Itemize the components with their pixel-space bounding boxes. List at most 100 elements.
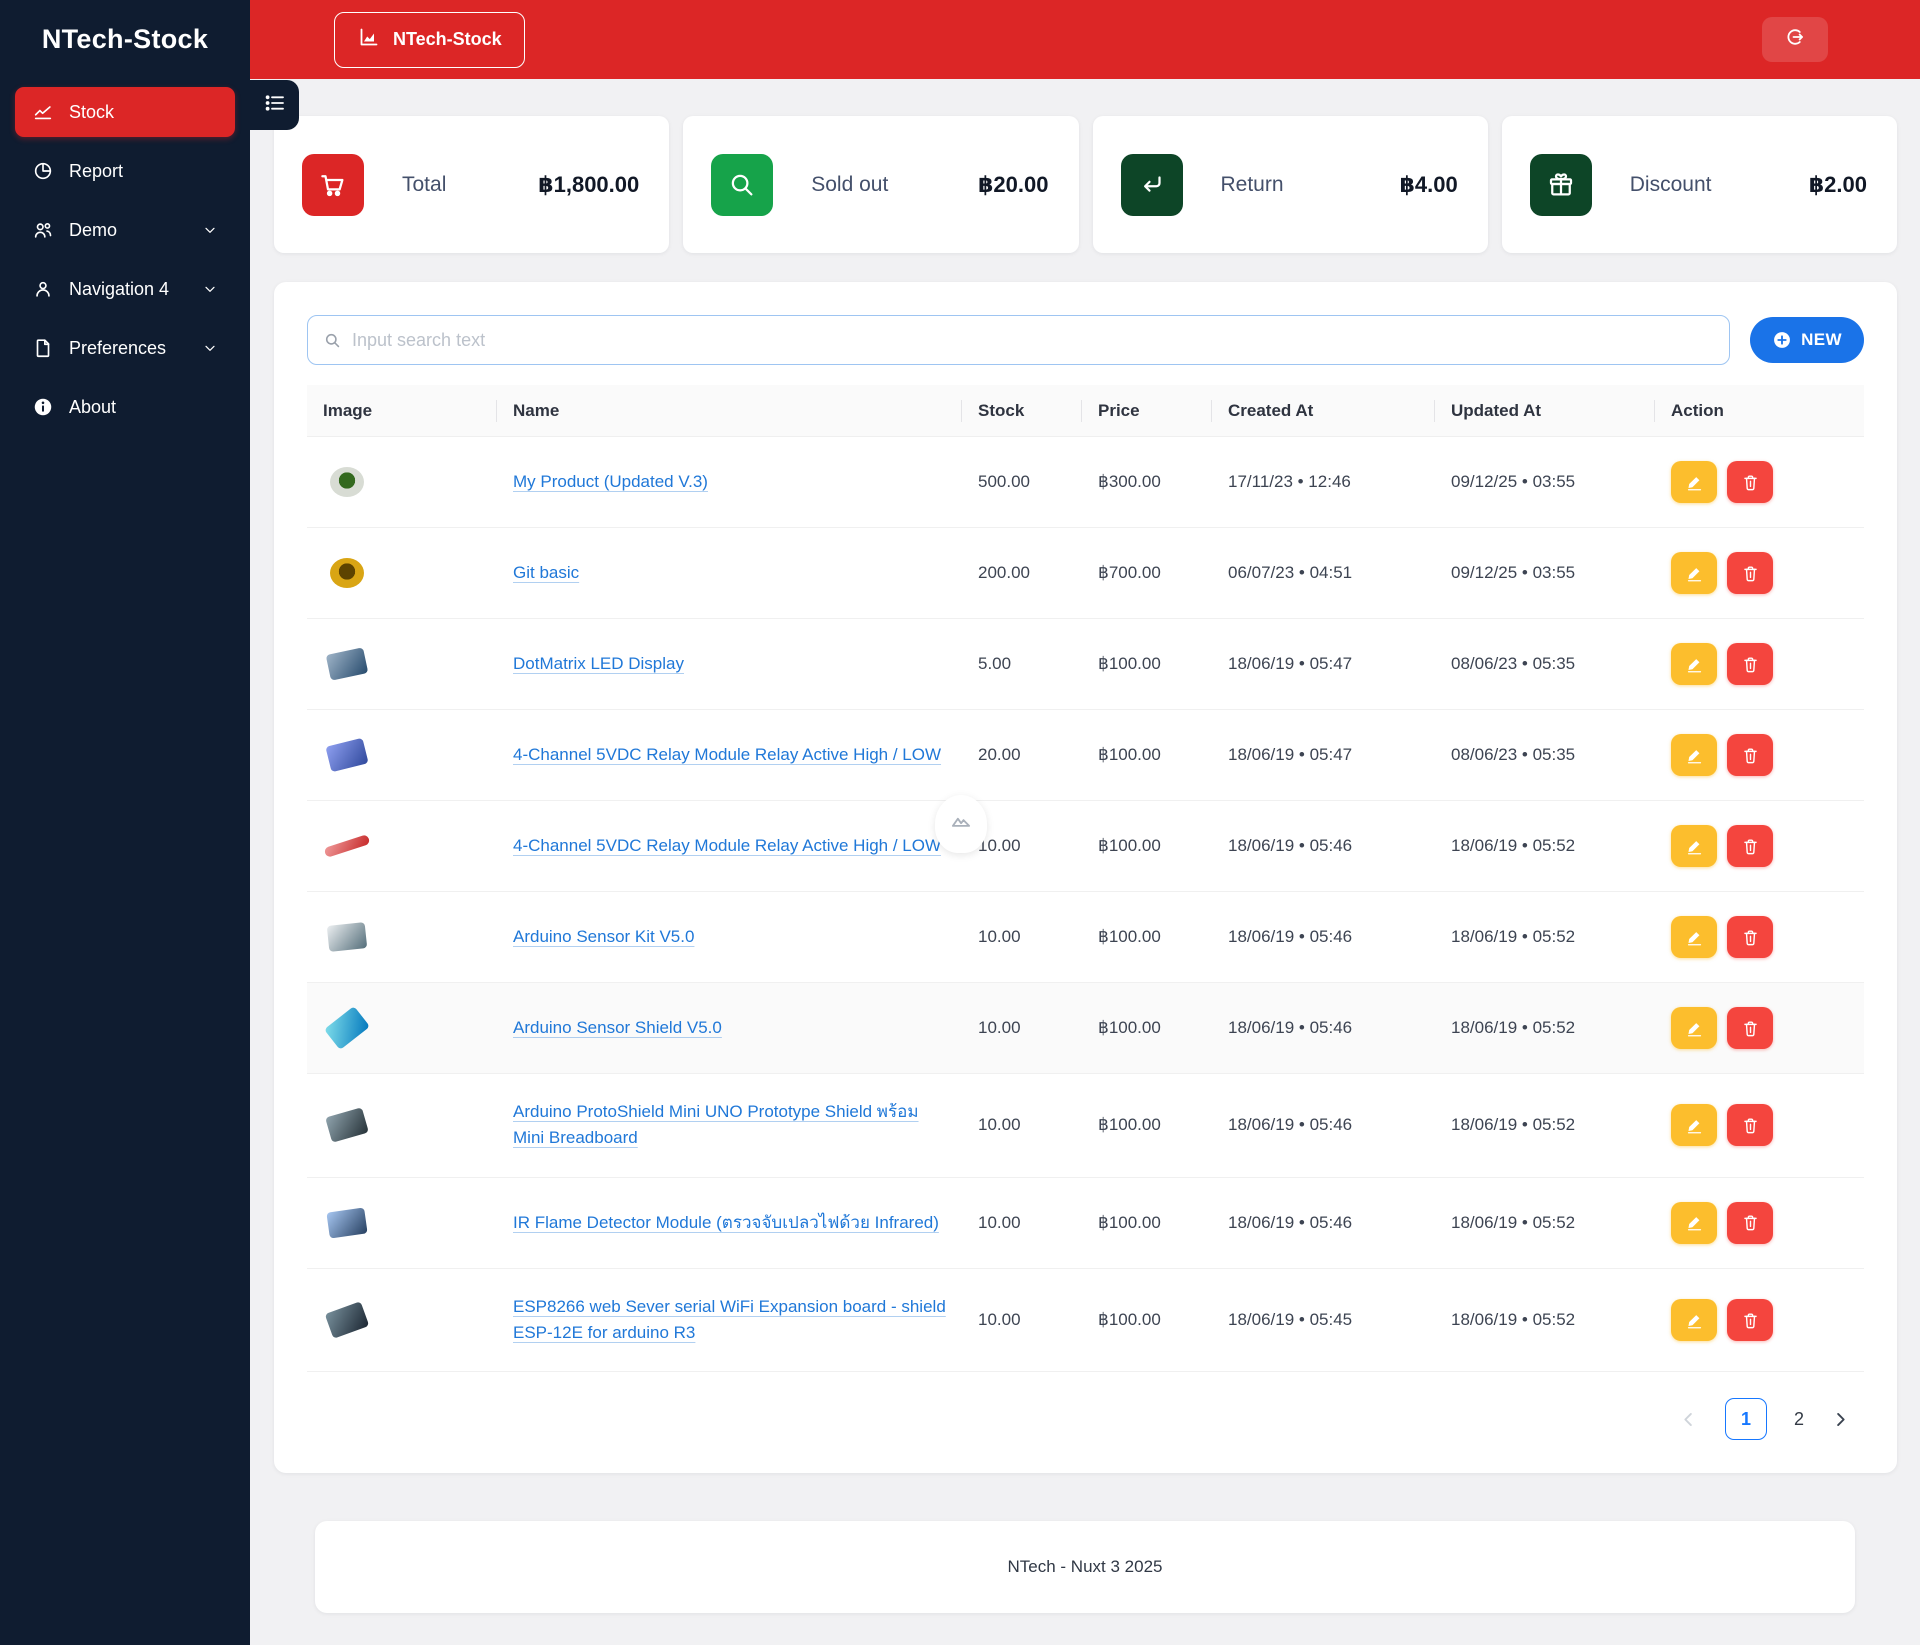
cell-stock: 20.00 [978, 744, 1021, 764]
product-name-link[interactable]: DotMatrix LED Display [513, 654, 684, 673]
edit-button[interactable] [1671, 916, 1717, 958]
new-button[interactable]: NEW [1750, 317, 1864, 363]
stat-card-total: Total ฿1,800.00 [274, 116, 670, 253]
cell-stock: 200.00 [978, 562, 1030, 582]
pagination-next-button[interactable] [1831, 1410, 1850, 1429]
product-name-link[interactable]: Arduino Sensor Kit V5.0 [513, 927, 694, 946]
pencil-icon [1685, 655, 1704, 674]
brand-button[interactable]: NTech-Stock [334, 11, 525, 68]
edit-button[interactable] [1671, 552, 1717, 594]
sidebar-item-navigation-4[interactable]: Navigation 4 [15, 264, 235, 314]
table-row: My Product (Updated V.3) 500.00 ฿300.00 … [307, 437, 1864, 528]
product-name-link[interactable]: My Product (Updated V.3) [513, 472, 708, 491]
pencil-icon [1685, 746, 1704, 765]
product-name-link[interactable]: Git basic [513, 563, 579, 582]
area-chart-icon [357, 25, 381, 54]
info-circle-icon [32, 396, 54, 418]
delete-button[interactable] [1727, 1299, 1773, 1342]
product-name-link[interactable]: 4-Channel 5VDC Relay Module Relay Active… [513, 745, 941, 764]
logout-button[interactable] [1762, 17, 1828, 62]
delete-button[interactable] [1727, 1007, 1773, 1049]
app-root: NTech-Stock Stock Report Demo Navigation… [0, 0, 1920, 1645]
pencil-icon [1685, 928, 1704, 947]
delete-button[interactable] [1727, 643, 1773, 685]
main-area: NTech-Stock Total ฿1,800.00 Sold out ฿20… [250, 0, 1920, 1645]
sidebar-item-demo[interactable]: Demo [15, 205, 235, 255]
column-header-price[interactable]: Price [1082, 401, 1212, 421]
edit-button[interactable] [1671, 1299, 1717, 1342]
delete-button[interactable] [1727, 461, 1773, 503]
cell-updated: 08/06/23 • 05:35 [1451, 653, 1576, 673]
column-header-image[interactable]: Image [307, 401, 497, 421]
sidebar-item-stock[interactable]: Stock [15, 87, 235, 137]
column-header-created-at[interactable]: Created At [1212, 401, 1435, 421]
stat-card-return: Return ฿4.00 [1092, 116, 1488, 253]
cell-stock: 10.00 [978, 926, 1021, 946]
sidebar-item-preferences[interactable]: Preferences [15, 323, 235, 373]
cell-action [1655, 825, 1864, 867]
product-name-link[interactable]: IR Flame Detector Module (ตรวจจับเปลวไฟด… [513, 1213, 939, 1232]
gift-icon [1529, 153, 1592, 216]
toolbar: NEW [307, 315, 1864, 365]
content: Total ฿1,800.00 Sold out ฿20.00 Return ฿… [250, 79, 1920, 1614]
sidebar-item-report[interactable]: Report [15, 146, 235, 196]
column-header-updated-at[interactable]: Updated At [1435, 401, 1655, 421]
column-header-stock[interactable]: Stock [962, 401, 1082, 421]
edit-button[interactable] [1671, 1104, 1717, 1147]
trash-icon [1741, 1311, 1760, 1330]
sidebar-title: NTech-Stock [41, 24, 209, 54]
chevron-down-icon [202, 222, 218, 238]
pagination-prev-button[interactable] [1679, 1410, 1698, 1429]
cell-image [307, 983, 497, 1073]
edit-button[interactable] [1671, 643, 1717, 685]
cell-price: ฿100.00 [1098, 653, 1161, 673]
product-thumbnail [323, 553, 371, 593]
cell-created: 17/11/23 • 12:46 [1228, 471, 1351, 491]
trash-icon [1741, 564, 1760, 583]
edit-button[interactable] [1671, 461, 1717, 503]
cell-created: 18/06/19 • 05:46 [1228, 1115, 1353, 1135]
chevron-left-icon [1679, 1410, 1698, 1429]
cell-stock: 10.00 [978, 1115, 1021, 1135]
pagination-page-1[interactable]: 1 [1724, 1398, 1767, 1441]
stat-cards: Total ฿1,800.00 Sold out ฿20.00 Return ฿… [274, 116, 1897, 253]
chevron-down-icon [202, 281, 218, 297]
column-header-action[interactable]: Action [1655, 401, 1864, 421]
delete-button[interactable] [1727, 1104, 1773, 1147]
cell-created: 06/07/23 • 04:51 [1228, 562, 1353, 582]
delete-button[interactable] [1727, 734, 1773, 776]
trash-icon [1741, 473, 1760, 492]
stock-panel: NEW ImageNameStockPriceCreated AtUpdated… [274, 282, 1897, 1474]
table-row: IR Flame Detector Module (ตรวจจับเปลวไฟด… [307, 1178, 1864, 1269]
product-name-link[interactable]: Arduino Sensor Shield V5.0 [513, 1018, 722, 1037]
pagination-page-2[interactable]: 2 [1794, 1409, 1804, 1430]
product-name-link[interactable]: 4-Channel 5VDC Relay Module Relay Active… [513, 836, 941, 855]
delete-button[interactable] [1727, 1201, 1773, 1244]
pagination-pages: 12 [1724, 1398, 1804, 1441]
plus-circle-icon [1772, 330, 1792, 350]
sidebar-item-about[interactable]: About [15, 382, 235, 432]
edit-button[interactable] [1671, 734, 1717, 776]
search-input[interactable] [352, 329, 1714, 351]
product-name-link[interactable]: ESP8266 web Sever serial WiFi Expansion … [513, 1297, 946, 1342]
cell-price: ฿100.00 [1098, 744, 1161, 764]
edit-button[interactable] [1671, 1201, 1717, 1244]
sidebar-collapse-button[interactable] [250, 80, 299, 130]
cell-price: ฿100.00 [1098, 1212, 1161, 1232]
cell-updated: 18/06/19 • 05:52 [1451, 835, 1576, 855]
delete-button[interactable] [1727, 825, 1773, 867]
cart-icon [302, 153, 364, 216]
stat-card-sold-out: Sold out ฿20.00 [683, 116, 1079, 253]
edit-button[interactable] [1671, 1007, 1717, 1049]
search-icon [323, 331, 342, 350]
top-header: NTech-Stock [250, 0, 1920, 79]
table-row: Arduino ProtoShield Mini UNO Prototype S… [307, 1074, 1864, 1178]
cell-action [1655, 552, 1864, 594]
column-header-name[interactable]: Name [497, 401, 962, 421]
edit-button[interactable] [1671, 825, 1717, 867]
cell-created: 18/06/19 • 05:46 [1228, 1212, 1353, 1232]
cell-stock: 5.00 [978, 653, 1012, 673]
product-name-link[interactable]: Arduino ProtoShield Mini UNO Prototype S… [513, 1102, 919, 1147]
delete-button[interactable] [1727, 552, 1773, 594]
delete-button[interactable] [1727, 916, 1773, 958]
